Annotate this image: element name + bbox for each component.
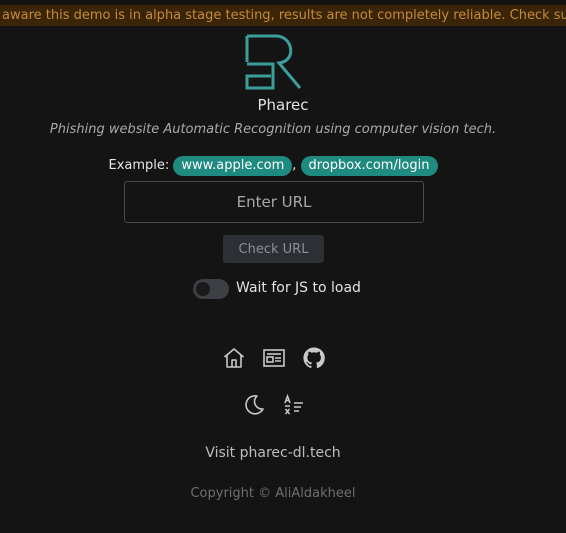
app-title: Pharec (257, 96, 309, 114)
wait-js-label: Wait for JS to load (236, 280, 361, 296)
copyright-text: Copyright © AliAldakheel (190, 486, 356, 501)
example-links: Example: www.apple.com, dropbox.com/logi… (0, 156, 546, 176)
check-url-button[interactable]: Check URL (223, 235, 324, 263)
pharec-logo (243, 31, 305, 91)
github-icon[interactable] (302, 346, 326, 370)
translate-icon[interactable] (282, 393, 306, 417)
news-icon[interactable] (262, 346, 286, 370)
example-label: Example: (108, 158, 170, 173)
app-tagline: Phishing website Automatic Recognition u… (49, 122, 497, 137)
example-link-dropbox[interactable]: dropbox.com/login (300, 156, 438, 176)
visit-site-link[interactable]: Visit pharec-dl.tech (0, 445, 546, 461)
url-input[interactable] (124, 181, 424, 223)
moon-icon[interactable] (242, 393, 266, 417)
home-icon[interactable] (222, 346, 246, 370)
wait-js-toggle[interactable] (193, 279, 229, 299)
example-separator: , (292, 158, 297, 173)
toggle-knob (196, 282, 210, 296)
example-link-apple[interactable]: www.apple.com (173, 156, 293, 176)
alpha-warning-banner: aware this demo is in alpha stage testin… (0, 5, 566, 26)
banner-text: aware this demo is in alpha stage testin… (2, 8, 566, 23)
